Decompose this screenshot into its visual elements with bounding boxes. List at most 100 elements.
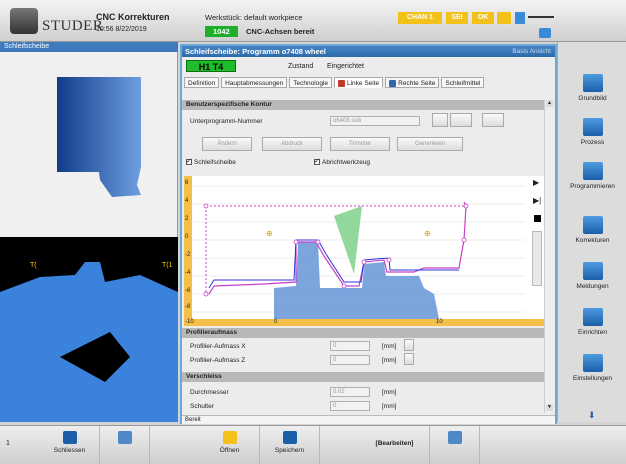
schliessen-button[interactable]: Schliessen — [40, 426, 100, 464]
studer-logo-icon — [10, 8, 38, 34]
y-label-m2: -2 — [185, 252, 191, 258]
upn-input[interactable]: o6408.sub — [330, 116, 420, 126]
right-side-icon — [389, 79, 397, 87]
section-verschleiss-header: Verschleiss — [182, 372, 544, 382]
tab-definition[interactable]: Definition — [184, 77, 220, 88]
contour-graph[interactable]: ⊕ ⊕ 6 4 2 0 -2 -4 -6 -8 -10 0 10 — [184, 176, 546, 326]
nav-einstellungen[interactable]: Einstellungen — [558, 350, 626, 394]
tab-linke-seite[interactable]: Linke Seite — [334, 77, 384, 88]
tab-rechte-seite[interactable]: Rechte Seite — [385, 77, 440, 88]
tab-technologie[interactable]: Technologie — [289, 77, 332, 88]
generieren-button[interactable]: Generieren — [397, 137, 463, 151]
schulter-label: Schulter — [190, 403, 214, 410]
header-bar: STUDER CNC Korrekturen 10:56 8/22/2019 W… — [0, 0, 626, 42]
profile-shape — [0, 262, 178, 422]
nav-programmieren[interactable]: Programmieren — [558, 158, 626, 202]
grundbild-icon — [582, 74, 603, 92]
tab-schleifmittel[interactable]: Schleifmittel — [441, 77, 485, 88]
cb-schleifscheibe[interactable]: Schleifscheibe — [186, 157, 236, 166]
workpiece-label: Werkstück: default workpiece — [205, 13, 303, 22]
svg-text:⊕: ⊕ — [266, 229, 273, 238]
stop-icon[interactable] — [534, 215, 541, 222]
section-profil-header: Profilieraufmass — [182, 328, 544, 338]
profil-x-label: Profilier-Aufmass X — [190, 343, 246, 350]
zoom-slider[interactable] — [532, 231, 542, 286]
speichern-label: Speichern — [274, 447, 305, 454]
network-icon[interactable] — [539, 28, 551, 38]
logo-text: STUDER — [42, 18, 104, 34]
tab-linke-seite-label: Linke Seite — [347, 80, 380, 87]
nav-einstellungen-label: Einstellungen — [572, 375, 613, 382]
status-text: CNC-Achsen bereit — [246, 27, 315, 36]
durchmesser-label: Durchmesser — [190, 389, 229, 396]
panel-status-bar: Bereit — [182, 415, 555, 424]
nav-meldungen[interactable]: Meldungen — [558, 258, 626, 302]
page-index: 1 — [6, 440, 10, 447]
aendern-button[interactable]: Ändern — [202, 137, 252, 151]
profil-x-unit: [mm] — [382, 343, 397, 350]
schulter-input[interactable]: 0 — [330, 401, 370, 411]
y-label-6: 6 — [185, 180, 189, 186]
main-scrollbar[interactable]: ▲ ▼ — [544, 100, 553, 413]
durchmesser-input[interactable]: 0.02 — [330, 387, 370, 397]
tool-badge: H1 T4 — [186, 60, 236, 72]
y-label-m8: -8 — [185, 304, 191, 310]
nav-prozess[interactable]: Prozess — [558, 114, 626, 158]
einstellungen-icon — [582, 354, 603, 372]
y-label-m10: -10 — [185, 319, 194, 325]
step-icon[interactable]: ▶| — [533, 196, 541, 205]
mail-icon[interactable] — [497, 12, 511, 24]
y-label-m6: -6 — [185, 288, 191, 294]
play-icon[interactable]: ▶ — [533, 178, 539, 187]
korrekturen-icon — [582, 216, 603, 234]
edit-pencil-icon[interactable] — [482, 113, 504, 127]
zustand-label: Zustand — [288, 63, 314, 70]
bottom-toolbar: 1 Schliessen Öffnen Speichern [Bearbeite… — [0, 425, 626, 464]
y-label-2: 2 — [185, 216, 189, 222]
svg-text:⊕: ⊕ — [424, 229, 431, 238]
nav-programmieren-label: Programmieren — [570, 183, 615, 190]
oeffnen-button[interactable]: Öffnen — [200, 426, 260, 464]
help-icon[interactable] — [515, 12, 525, 24]
cb-abrichtwerkzeug-label: Abrichtwerkzeug — [322, 159, 371, 166]
left-panel-title: Schleifscheibe — [0, 42, 178, 52]
right-nav: Grundbild Prozess Programmieren Korrektu… — [557, 42, 626, 422]
nav-einrichten[interactable]: Einrichten — [558, 304, 626, 348]
tab-rechte-seite-label: Rechte Seite — [398, 80, 436, 87]
schliessen-label: Schliessen — [53, 447, 86, 454]
profil-x-edit-icon[interactable] — [404, 339, 414, 351]
zustand-value: Eingerichtet — [327, 63, 364, 70]
abdruck-button[interactable]: Abdruck — [262, 137, 322, 151]
tab-hauptabmessungen[interactable]: Hauptabmessungen — [221, 77, 288, 88]
nav-korrekturen[interactable]: Korrekturen — [558, 212, 626, 256]
prozess-icon — [582, 118, 603, 136]
nav-grundbild[interactable]: Grundbild — [558, 70, 626, 114]
ok-button[interactable]: OK — [472, 12, 494, 24]
schulter-unit: [mm] — [382, 403, 397, 410]
folder-icon[interactable] — [450, 113, 472, 127]
y-label-m4: -4 — [185, 270, 191, 276]
new-file-icon[interactable] — [432, 113, 448, 127]
profil-z-input[interactable]: 0 — [330, 355, 370, 365]
cb-abrichtwerkzeug[interactable]: Abrichtwerkzeug — [314, 157, 371, 166]
basis-view-label[interactable]: Basis Ansicht — [512, 46, 551, 57]
profil-x-input[interactable]: 0 — [330, 341, 370, 351]
tool-button[interactable] — [100, 426, 150, 464]
down-arrow-icon[interactable]: ⬇ — [588, 410, 596, 421]
edit-tool-button[interactable] — [430, 426, 480, 464]
checkbox-icon — [186, 157, 192, 166]
oeffnen-label: Öffnen — [219, 447, 240, 454]
tab-bar: Definition Hauptabmessungen Technologie … — [184, 77, 485, 89]
chan-button[interactable]: CHAN 1 — [398, 12, 442, 24]
scroll-up-icon[interactable]: ▲ — [546, 100, 553, 107]
scroll-down-icon[interactable]: ▼ — [546, 404, 553, 411]
tool-label-right: T(1 — [162, 262, 173, 269]
save-icon — [282, 431, 297, 444]
x-label-10: 10 — [436, 319, 443, 325]
speichern-button[interactable]: Speichern — [260, 426, 320, 464]
tool-icon — [117, 431, 132, 444]
profil-z-edit-icon[interactable] — [404, 353, 414, 365]
sei-button[interactable]: SEI — [446, 12, 468, 24]
trimmer-button[interactable]: Trimmer — [330, 137, 390, 151]
bearbeiten-button[interactable]: [Bearbeiten] — [360, 426, 430, 464]
